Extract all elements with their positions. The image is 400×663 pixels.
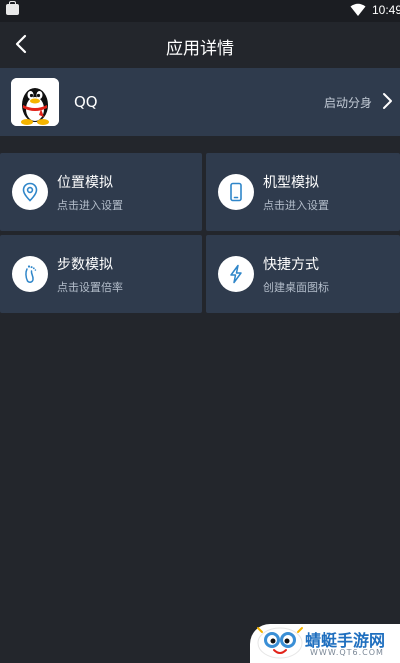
qq-penguin-icon <box>11 78 59 126</box>
footprint-icon <box>12 256 48 292</box>
watermark-url: WWW.QT6.COM <box>310 648 384 657</box>
status-time: 10:49 <box>372 3 400 17</box>
device-model-simulation-card[interactable]: 机型模拟 点击进入设置 <box>206 153 400 231</box>
notification-icon <box>6 1 19 15</box>
card-subtitle: 点击进入设置 <box>57 199 123 212</box>
page-title: 应用详情 <box>166 39 234 59</box>
wifi-icon <box>350 3 366 16</box>
app-row[interactable]: QQ 启动分身 <box>0 68 400 136</box>
card-subtitle: 点击进入设置 <box>263 199 329 212</box>
location-pin-icon <box>12 174 48 210</box>
dragonfly-logo-icon <box>257 627 303 659</box>
card-title: 位置模拟 <box>57 175 113 191</box>
location-simulation-card[interactable]: 位置模拟 点击进入设置 <box>0 153 202 231</box>
phone-icon <box>218 174 254 210</box>
app-name: QQ <box>74 93 98 111</box>
chevron-right-icon[interactable] <box>380 91 394 111</box>
card-subtitle: 点击设置倍率 <box>57 281 123 294</box>
card-subtitle: 创建桌面图标 <box>263 281 329 294</box>
lightning-icon <box>218 256 254 292</box>
card-title: 步数模拟 <box>57 257 113 273</box>
shortcut-card[interactable]: 快捷方式 创建桌面图标 <box>206 235 400 313</box>
launch-clone-button[interactable]: 启动分身 <box>324 94 372 111</box>
card-title: 机型模拟 <box>263 175 319 191</box>
watermark: 蜻蜓手游网 WWW.QT6.COM <box>250 624 400 663</box>
title-bar: 应用详情 <box>0 22 400 68</box>
status-bar: 10:49 <box>0 0 400 22</box>
step-simulation-card[interactable]: 步数模拟 点击设置倍率 <box>0 235 202 313</box>
card-title: 快捷方式 <box>263 257 319 273</box>
